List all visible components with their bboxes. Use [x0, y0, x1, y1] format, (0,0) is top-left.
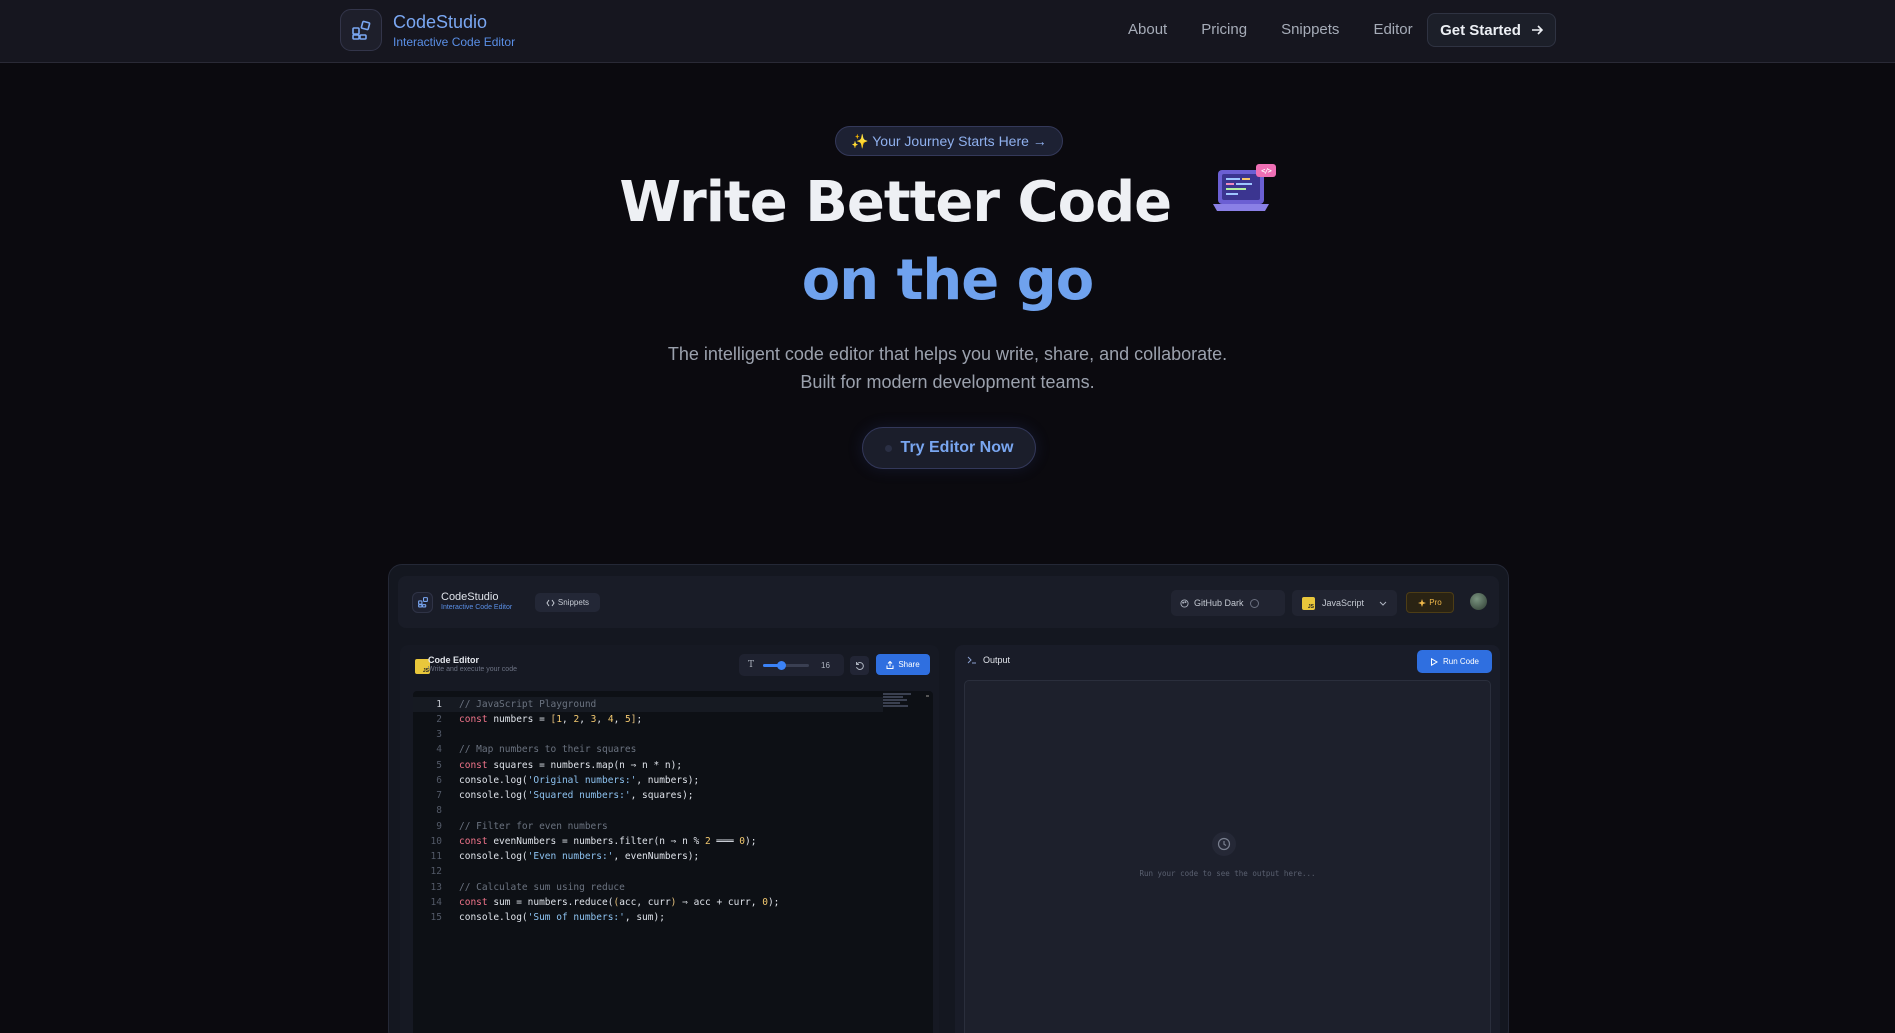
output-area — [964, 680, 1491, 1033]
nav-link-pricing[interactable]: Pricing — [1201, 20, 1247, 40]
nav-link-editor[interactable]: Editor — [1373, 20, 1412, 40]
sparkle-icon — [1418, 598, 1427, 607]
clock-icon — [1212, 832, 1236, 856]
code-line: 10 const evenNumbers = numbers.filter(n ⇒… — [430, 836, 757, 847]
arrow-right-icon — [1531, 25, 1543, 35]
chevron-down-icon — [1379, 601, 1387, 606]
code-line: 15 console.log('Sum of numbers:', sum); — [430, 912, 665, 923]
font-size-value: 16 — [821, 660, 830, 670]
code-line: 9// Filter for even numbers — [436, 821, 608, 832]
slider-thumb[interactable] — [777, 660, 787, 670]
editor-subtitle: Write and execute your code — [428, 666, 517, 673]
code-line: 8 — [436, 805, 442, 816]
run-code-button[interactable]: Run Code — [1417, 650, 1492, 673]
top-nav: CodeStudio Interactive Code Editor About… — [0, 0, 1895, 63]
app-brand-name: CodeStudio — [441, 591, 499, 603]
text-size-icon: T — [748, 660, 755, 670]
palette-icon — [1180, 598, 1189, 608]
theme-label: GitHub Dark — [1194, 598, 1244, 608]
snippets-button[interactable]: Snippets — [535, 593, 600, 612]
minimap[interactable] — [883, 693, 911, 711]
get-started-button[interactable]: Get Started — [1427, 13, 1556, 47]
language-label: JavaScript — [1322, 598, 1365, 608]
avatar[interactable] — [1470, 593, 1487, 610]
hero-title-line1: Write Better Code — [619, 170, 1172, 235]
get-started-label: Get Started — [1440, 21, 1521, 39]
terminal-icon — [967, 656, 976, 664]
share-button[interactable]: Share — [876, 654, 930, 675]
journey-badge[interactable]: ✨ Your Journey Starts Here → — [835, 126, 1063, 156]
language-selector[interactable]: JS JavaScript — [1292, 590, 1397, 616]
javascript-icon: JS — [1302, 596, 1315, 610]
font-size-slider[interactable] — [763, 660, 810, 670]
pro-badge[interactable]: Pro — [1406, 592, 1454, 613]
dot-icon — [884, 444, 892, 452]
output-hint: Run your code to see the output here... — [1139, 869, 1316, 878]
brand[interactable]: CodeStudio Interactive Code Editor — [340, 9, 515, 51]
code-line: 5 const squares = numbers.map(n ⇒ n * n); — [436, 760, 683, 771]
nav-link-about[interactable]: About — [1128, 20, 1167, 40]
share-label: Share — [898, 660, 920, 669]
code-line: 14 const sum = numbers.reduce((acc, curr)… — [430, 897, 780, 908]
hero-title-accent: on the go — [801, 248, 1095, 313]
brand-name: CodeStudio — [393, 11, 488, 32]
code-line: 1// JavaScript Playground — [413, 697, 883, 712]
nav-links: About Pricing Snippets Editor — [1128, 20, 1447, 40]
laptop-code-icon: </> — [1212, 164, 1276, 235]
code-icon — [546, 599, 555, 606]
share-icon — [886, 660, 894, 669]
svg-text:</>: </> — [1261, 167, 1271, 175]
grid-logo-icon — [412, 591, 433, 613]
theme-toggle-icon — [1249, 598, 1259, 608]
try-editor-button[interactable]: Try Editor Now — [862, 427, 1036, 469]
code-line: 7 console.log('Squared numbers:', squares… — [436, 790, 694, 801]
js-chip-label: JS — [1307, 603, 1314, 610]
editor-preview: CodeStudio Interactive Code Editor Snipp… — [388, 564, 1509, 1033]
code-line: 3 — [436, 729, 442, 740]
code-line: 13// Calculate sum using reduce — [430, 882, 625, 893]
run-code-label: Run Code — [1442, 657, 1480, 666]
code-line: 6 console.log('Original numbers:', number… — [436, 775, 700, 786]
reset-button[interactable] — [850, 656, 869, 675]
code-line: 4// Map numbers to their squares — [436, 744, 637, 755]
theme-selector[interactable]: GitHub Dark — [1171, 590, 1285, 616]
code-line: 12 — [430, 866, 442, 877]
hero-title: Write Better Code </> — [0, 164, 1895, 238]
rotate-ccw-icon — [855, 661, 864, 670]
output-header: Output — [967, 655, 1010, 665]
hero-subtitle-line2: Built for modern development teams. — [800, 372, 1095, 392]
play-icon — [1430, 657, 1438, 666]
font-size-control[interactable]: T 16 — [739, 654, 844, 676]
editor-title: Code Editor — [428, 655, 479, 665]
brand-tagline: Interactive Code Editor — [393, 34, 516, 49]
app-brand[interactable]: CodeStudio Interactive Code Editor — [412, 591, 512, 613]
pro-label: Pro — [1429, 598, 1442, 607]
code-line: 2 const numbers = [1, 2, 3, 4, 5]; — [436, 714, 643, 725]
nav-link-snippets[interactable]: Snippets — [1281, 20, 1339, 40]
code-line: 11 console.log('Even numbers:', evenNumbe… — [430, 851, 700, 862]
output-title: Output — [983, 655, 1011, 665]
code-area[interactable]: 1// JavaScript Playground 2 const numbers… — [413, 691, 933, 1033]
scrollbar[interactable] — [926, 695, 929, 697]
snippets-label: Snippets — [557, 598, 590, 607]
try-editor-label: Try Editor Now — [900, 439, 1014, 456]
grid-logo-icon — [340, 9, 382, 51]
app-brand-tagline: Interactive Code Editor — [441, 604, 513, 611]
hero-subtitle-line1: The intelligent code editor that helps y… — [667, 344, 1228, 364]
hero-subtitle: The intelligent code editor that helps y… — [0, 340, 1895, 396]
